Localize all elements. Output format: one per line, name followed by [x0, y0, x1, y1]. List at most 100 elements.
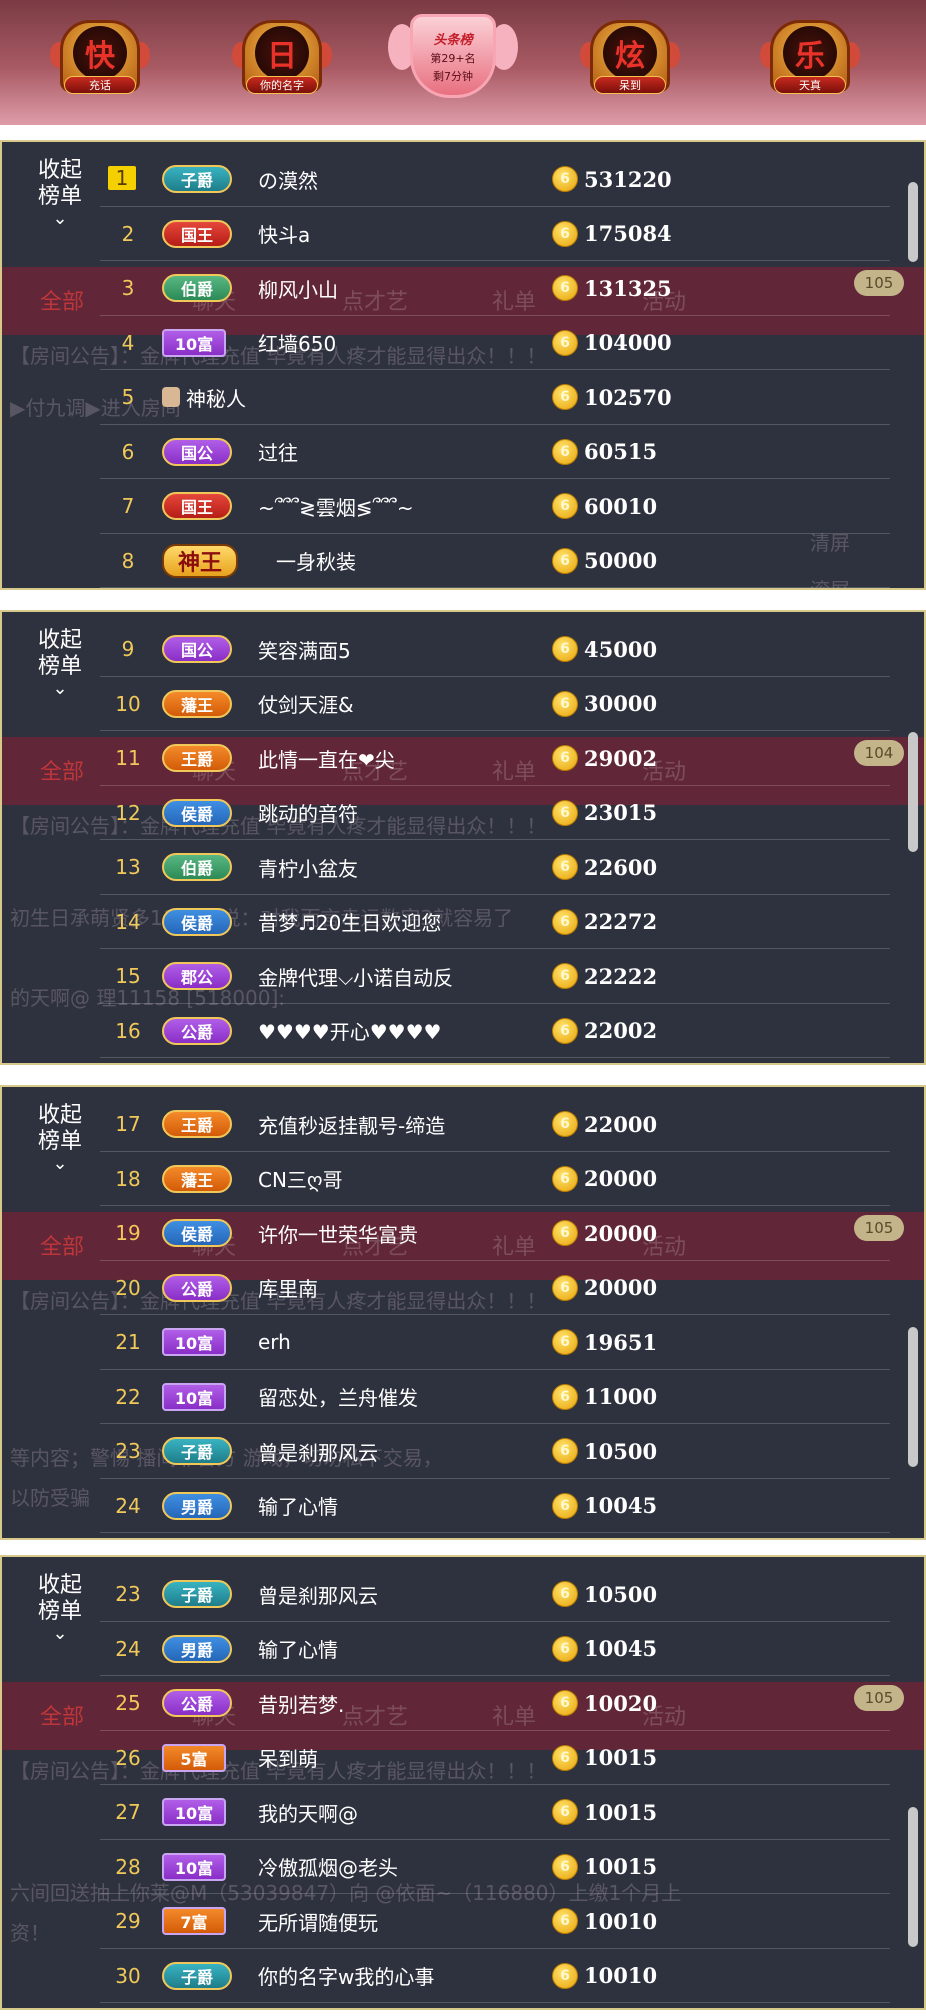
ranking-row[interactable]: 21 10富 erh 6 19651	[100, 1315, 890, 1370]
headline-rank-badge[interactable]: 头条榜 第29+名 剩7分钟	[388, 6, 518, 124]
contribution-score: 20000	[584, 1166, 658, 1191]
ranking-row[interactable]: 19 侯爵 许你一世荣华富贵 6 20000	[100, 1206, 890, 1261]
scrollbar-thumb[interactable]	[908, 732, 918, 852]
coin-icon: 6	[552, 438, 578, 465]
ranking-row[interactable]: 3 伯爵 柳风小山 6 131325	[100, 261, 890, 316]
rank-number: 1	[108, 166, 136, 190]
ranking-row[interactable]: 12 侯爵 跳动的音符 6 23015	[100, 786, 890, 840]
rank-number: 13	[115, 855, 141, 879]
ranking-row[interactable]: 26 5富 呆到萌 6 10015	[100, 1731, 890, 1785]
user-name-text: 神秘人	[186, 386, 246, 411]
user-name[interactable]: 仗剑天涯&	[258, 677, 354, 731]
user-name-text: 输了心情	[258, 1638, 338, 1662]
ranking-row[interactable]: 2 国王 快斗a 6 175084	[100, 207, 890, 261]
user-name[interactable]: ♥♥♥♥开心♥♥♥♥	[258, 1004, 441, 1058]
user-name[interactable]: 曾是刹那风云	[258, 1424, 378, 1478]
user-name[interactable]: 过往	[258, 425, 298, 479]
user-name[interactable]: 输了心情	[258, 1479, 338, 1533]
ranking-row[interactable]: 4 10富 红墙650 6 104000	[100, 316, 890, 370]
scrollbar-thumb[interactable]	[908, 182, 918, 262]
user-name[interactable]: 神秘人	[162, 370, 246, 424]
collapse-list-button[interactable]: 收起 榜单 ⌄	[30, 1103, 90, 1173]
user-name[interactable]: 笑容满面5	[258, 622, 351, 676]
ranking-row[interactable]: 23 子爵 曾是刹那风云 6 10500	[100, 1567, 890, 1622]
collapse-label-line-1: 收起	[37, 628, 82, 653]
ranking-row[interactable]: 18 藩王 CN三ღ哥 6 20000	[100, 1152, 890, 1206]
user-name[interactable]: 昔别若梦.	[258, 1676, 344, 1730]
user-name[interactable]: 金牌代理⌵小诺自动反	[258, 949, 453, 1003]
ranking-row[interactable]: 28 10富 冷傲孤烟@老头 6 10015	[100, 1840, 890, 1894]
user-name[interactable]: 曾是刹那风云	[258, 1567, 378, 1621]
user-name[interactable]: CN三ღ哥	[258, 1152, 343, 1206]
contribution-score: 104000	[584, 330, 672, 355]
badge-1[interactable]: 快 充话	[50, 12, 150, 112]
user-name[interactable]: 你的名字w我的心事	[258, 1949, 434, 2003]
ranking-row[interactable]: 5 神秘人 6 102570	[100, 370, 890, 425]
ranking-row[interactable]: 14 侯爵 昔梦♬20生日欢迎您 6 22272	[100, 895, 890, 949]
contribution-score: 60515	[584, 439, 658, 464]
ranking-row[interactable]: 6 国公 过往 6 60515	[100, 425, 890, 479]
ranking-row[interactable]: 1 子爵 の漠然 6 531220	[100, 152, 890, 207]
badge-glyph: 乐	[783, 26, 837, 80]
coin-icon: 6	[552, 1962, 578, 1989]
ranking-row[interactable]: 29 7富 无所谓随便玩 6 10010	[100, 1894, 890, 1949]
collapse-list-button[interactable]: 收起 榜单 ⌄	[30, 158, 90, 228]
rank-title-badge: 男爵	[162, 1634, 232, 1663]
user-name[interactable]: 库里南	[258, 1261, 318, 1315]
ranking-row[interactable]: 17 王爵 充值秒返挂靓号-缔造 6 22000	[100, 1097, 890, 1152]
user-name[interactable]: 此情一直在❤尖	[258, 731, 395, 785]
user-name[interactable]: 红墙650	[258, 316, 336, 370]
scrollbar-thumb[interactable]	[908, 1327, 918, 1467]
user-name[interactable]: 一身秋装	[276, 534, 356, 588]
user-name[interactable]: 我的天啊@	[258, 1785, 358, 1839]
ranking-row[interactable]: 7 国王 ~՞՞՞≷雲烟≶՞՞՞~ 6 60010	[100, 479, 890, 534]
ranking-row[interactable]: 20 公爵 库里南 6 20000	[100, 1261, 890, 1315]
scrollbar-thumb[interactable]	[908, 1807, 918, 1947]
ranking-row[interactable]: 24 男爵 输了心情 6 10045	[100, 1622, 890, 1676]
user-name[interactable]: 充值秒返挂靓号-缔造	[258, 1097, 445, 1151]
user-name[interactable]: の漠然	[258, 152, 318, 206]
ranking-row[interactable]: 10 藩王 仗剑天涯& 6 30000	[100, 677, 890, 731]
badge-3[interactable]: 炫 呆到	[580, 12, 680, 112]
user-name-text: erh	[258, 1330, 291, 1354]
badge-caption: 天真	[774, 76, 846, 94]
user-name[interactable]: 昔梦♬20生日欢迎您	[258, 895, 441, 949]
ranking-row[interactable]: 13 伯爵 青柠小盆友 6 22600	[100, 840, 890, 895]
background-tab-all: 全部	[40, 760, 85, 785]
badge-4[interactable]: 乐 天真	[760, 12, 860, 112]
user-name[interactable]: 青柠小盆友	[258, 840, 358, 894]
rank-number: 26	[115, 1745, 141, 1770]
user-name[interactable]: 呆到萌	[258, 1731, 318, 1785]
badge-glyph: 快	[73, 26, 127, 80]
user-name[interactable]: 柳风小山	[258, 261, 338, 315]
badge-2[interactable]: 日 你的名字	[232, 12, 332, 112]
collapse-list-button[interactable]: 收起 榜单 ⌄	[30, 1573, 90, 1643]
user-name[interactable]: erh	[258, 1315, 291, 1369]
ranking-list: 9 国公 笑容满面5 6 45000 10 藩王 仗剑天涯& 6 30000 11 王爵 此情一直在❤尖…	[100, 622, 890, 1058]
ranking-row[interactable]: 22 10富 留恋处，兰舟催发 6 11000	[100, 1370, 890, 1424]
user-name[interactable]: ~՞՞՞≷雲烟≶՞՞՞~	[258, 479, 414, 533]
user-name[interactable]: 冷傲孤烟@老头	[258, 1840, 398, 1894]
chevron-down-icon: ⌄	[52, 208, 68, 229]
user-name[interactable]: 跳动的音符	[258, 786, 358, 840]
ranking-row[interactable]: 27 10富 我的天啊@ 6 10015	[100, 1785, 890, 1840]
ranking-row[interactable]: 16 公爵 ♥♥♥♥开心♥♥♥♥ 6 22002	[100, 1004, 890, 1058]
ranking-row[interactable]: 25 公爵 昔别若梦. 6 10020	[100, 1676, 890, 1731]
user-name[interactable]: 无所谓随便玩	[258, 1894, 378, 1948]
ranking-row[interactable]: 9 国公 笑容满面5 6 45000	[100, 622, 890, 677]
ranking-row[interactable]: 23 子爵 曾是刹那风云 6 10500	[100, 1424, 890, 1479]
badge-caption: 你的名字	[246, 76, 318, 94]
collapse-list-button[interactable]: 收起 榜单 ⌄	[30, 628, 90, 698]
user-name[interactable]: 输了心情	[258, 1622, 338, 1676]
user-name[interactable]: 快斗a	[258, 207, 310, 261]
rank-number: 29	[115, 1909, 141, 1933]
rank-title-badge: 公爵	[162, 1273, 232, 1302]
ranking-row[interactable]: 15 郡公 金牌代理⌵小诺自动反 6 22222	[100, 949, 890, 1004]
user-name[interactable]: 留恋处，兰舟催发	[258, 1370, 418, 1424]
ranking-row[interactable]: 11 王爵 此情一直在❤尖 6 29002	[100, 731, 890, 786]
coin-icon: 6	[552, 1111, 578, 1137]
ranking-row[interactable]: 30 子爵 你的名字w我的心事 6 10010	[100, 1949, 890, 2003]
user-name[interactable]: 许你一世荣华富贵	[258, 1206, 418, 1260]
ranking-row[interactable]: 8 神王 一身秋装 6 50000	[100, 534, 890, 588]
ranking-row[interactable]: 24 男爵 输了心情 6 10045	[100, 1479, 890, 1533]
